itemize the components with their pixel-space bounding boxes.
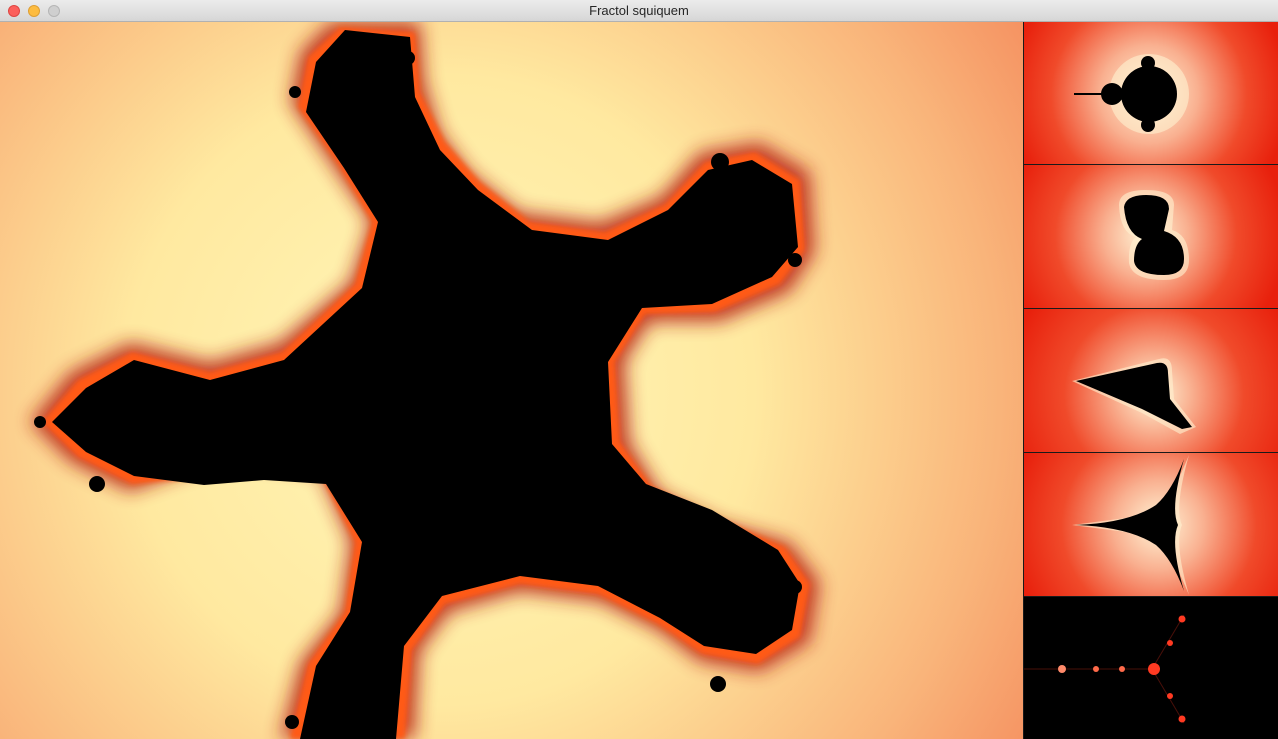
thumbnail-mandelbrot[interactable] (1024, 22, 1278, 164)
multibrot-dark-preview (1024, 597, 1278, 739)
main-fractal-view[interactable] (0, 22, 1023, 739)
fractal-selector-panel (1023, 22, 1278, 739)
thumbnail-tricorn[interactable] (1024, 453, 1278, 596)
fractol-window: Fractol squiquem (0, 0, 1278, 739)
window-title: Fractol squiquem (589, 3, 689, 18)
title-bar[interactable]: Fractol squiquem (0, 0, 1278, 22)
main-fractal-canvas[interactable] (0, 22, 1023, 739)
tricorn-preview (1024, 453, 1278, 596)
julia-preview (1024, 165, 1278, 308)
thumbnail-burning-ship[interactable] (1024, 309, 1278, 452)
thumbnail-julia[interactable] (1024, 165, 1278, 308)
burning-ship-preview (1024, 309, 1278, 452)
mandelbrot-preview (1024, 22, 1278, 164)
thumbnail-multibrot-dark[interactable] (1024, 597, 1278, 739)
